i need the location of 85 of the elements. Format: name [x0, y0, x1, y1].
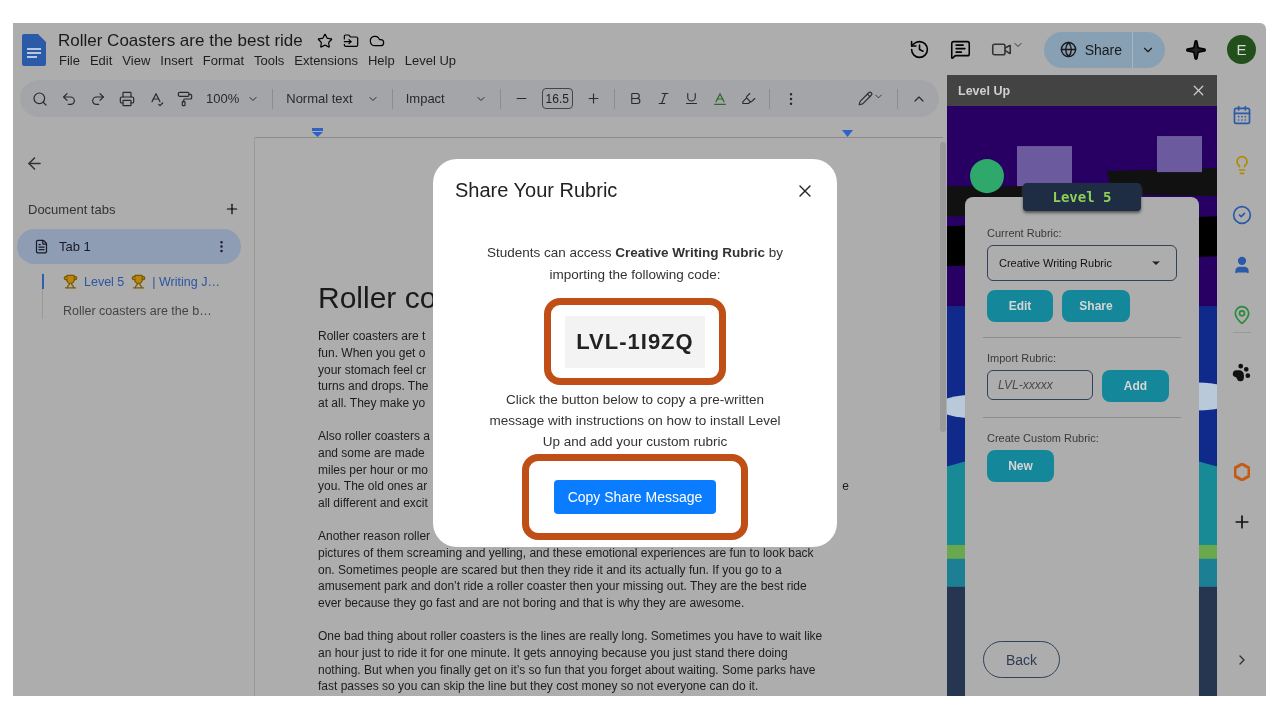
share-button[interactable]: Share	[1043, 31, 1165, 68]
docs-logo-icon[interactable]	[22, 33, 46, 66]
history-icon[interactable]	[908, 39, 930, 60]
document-tab[interactable]: Tab 1	[17, 229, 241, 264]
menu-item[interactable]: View	[118, 53, 157, 68]
underline-icon[interactable]	[683, 91, 699, 106]
rubric-dropdown[interactable]: Creative Writing Rubric	[987, 245, 1177, 281]
cloud-icon[interactable]	[368, 33, 385, 49]
redo-icon[interactable]	[90, 90, 106, 107]
folder-icon[interactable]	[342, 33, 359, 49]
menu-item[interactable]: Help	[363, 53, 401, 68]
level-badge: Level 5	[1023, 183, 1141, 211]
dialog-text: Click the button below to copy a pre-written message with instructions on how to install Level Up and add your custom rubric	[488, 391, 782, 451]
document-text: Another reason roller	[318, 527, 431, 545]
globe-icon	[1059, 41, 1077, 58]
share-code: LVL-1I9ZQ	[565, 315, 705, 368]
document-text: nothing. But when you finally get on it’s so fun that you forget about waiting. Some parks have	[318, 661, 816, 679]
document-text: an hour just to ride it for one minute. It gets annoying because you just stand there doing	[318, 644, 788, 662]
calendar-icon[interactable]	[1231, 105, 1252, 125]
menu-item[interactable]: Extensions	[290, 53, 364, 68]
paint-format-icon[interactable]	[177, 90, 193, 107]
indent-marker-icon[interactable]	[312, 128, 323, 137]
outline-text: | Writing J…	[152, 274, 220, 289]
trophy-icon	[63, 274, 78, 289]
document-text: you. The old ones ar	[318, 478, 428, 496]
dialog-title: Share Your Rubric	[455, 179, 618, 202]
trophy-icon	[131, 274, 147, 289]
font-size-field[interactable]: 16.5	[541, 88, 573, 109]
dialog-text: Students can access Creative Writing Rubric by importing the following code:	[485, 244, 785, 284]
document-text: at all. They make yo	[318, 395, 426, 412]
document-tabs-heading: Document tabs	[28, 201, 116, 217]
document-icon	[34, 239, 49, 254]
highlighter-icon[interactable]	[740, 91, 756, 106]
menu-item[interactable]: Format	[198, 53, 250, 68]
document-text: Roller coasters are t	[318, 328, 426, 345]
pencil-icon	[858, 91, 873, 106]
document-text: miles per hour or mo	[318, 461, 429, 479]
document-text: pictures of them screaming and yelling, and these emotional experiences are fun to look back	[318, 544, 814, 562]
star-icon[interactable]	[316, 33, 333, 49]
text-color-icon[interactable]	[711, 90, 728, 107]
menu-item[interactable]: File	[58, 53, 86, 68]
document-text: your stomach feel cr	[318, 361, 427, 379]
document-text: Also roller coasters a	[318, 428, 431, 445]
document-text: turns and drops. The	[318, 378, 429, 396]
outline-text: Level 5	[84, 274, 125, 289]
menu-item[interactable]: Edit	[85, 53, 119, 68]
print-icon[interactable]	[119, 90, 135, 107]
addon-title: Level Up	[958, 83, 1011, 98]
editing-mode-button[interactable]	[858, 91, 884, 106]
font-dropdown[interactable]: Impact	[405, 91, 487, 106]
italic-icon[interactable]	[655, 91, 671, 106]
menu-item[interactable]: Level Up	[400, 53, 462, 68]
outline-item[interactable]: Roller coasters are the b…	[42, 304, 240, 318]
scrollbar-thumb[interactable]	[940, 142, 946, 432]
import-code-field[interactable]: LVL-xxxxx	[987, 370, 1093, 400]
document-text: amusement park and don’t ride a roller coaster then your missing out. They are the best ride	[318, 578, 807, 596]
tasks-icon[interactable]	[1231, 205, 1252, 225]
increase-size-icon[interactable]	[585, 91, 601, 106]
paw-icon[interactable]	[1232, 362, 1251, 382]
field-label: Create Custom Rubric:	[987, 432, 1100, 444]
document-text: all different and excit	[318, 495, 428, 512]
comment-icon[interactable]	[949, 39, 971, 60]
document-text: ever because they go fast and are not boring and that is why they are awesome.	[318, 595, 745, 612]
outline-text: Roller coasters are the b…	[63, 304, 212, 318]
field-label: Import Rubric:	[987, 352, 1058, 364]
menu-item[interactable]: Tools	[250, 53, 291, 68]
document-text: e	[842, 478, 849, 496]
avatar[interactable]: E	[1227, 35, 1256, 64]
document-text: One bad thing about roller coasters is the lines are really long. Sometimes you have to wait like	[318, 627, 823, 645]
field-label: Current Rubric:	[987, 227, 1063, 239]
zoom-dropdown[interactable]: 100%	[206, 91, 260, 106]
document-text: and some are made	[318, 444, 425, 462]
add-tab-icon[interactable]	[224, 201, 240, 217]
menu-item[interactable]: Insert	[156, 53, 199, 68]
sparkle-icon[interactable]	[1185, 38, 1207, 61]
undo-icon[interactable]	[61, 90, 77, 107]
style-dropdown[interactable]: Normal text	[286, 91, 379, 106]
spellcheck-icon[interactable]	[148, 90, 164, 107]
search-icon[interactable]	[32, 90, 48, 107]
document-text: on. Sometimes people are scared but then they ride it and its actually fun. If you go to a	[318, 561, 782, 579]
document-text: fast passes so you can skip the line but they cost money so not everyone can do it.	[318, 678, 759, 696]
document-text: fun. When you get o	[318, 344, 426, 362]
copy-message-button[interactable]: Copy Share Message	[553, 480, 717, 514]
document-title[interactable]: Roller Coasters are the best ride	[58, 31, 303, 51]
indent-marker-icon[interactable]	[842, 128, 853, 137]
